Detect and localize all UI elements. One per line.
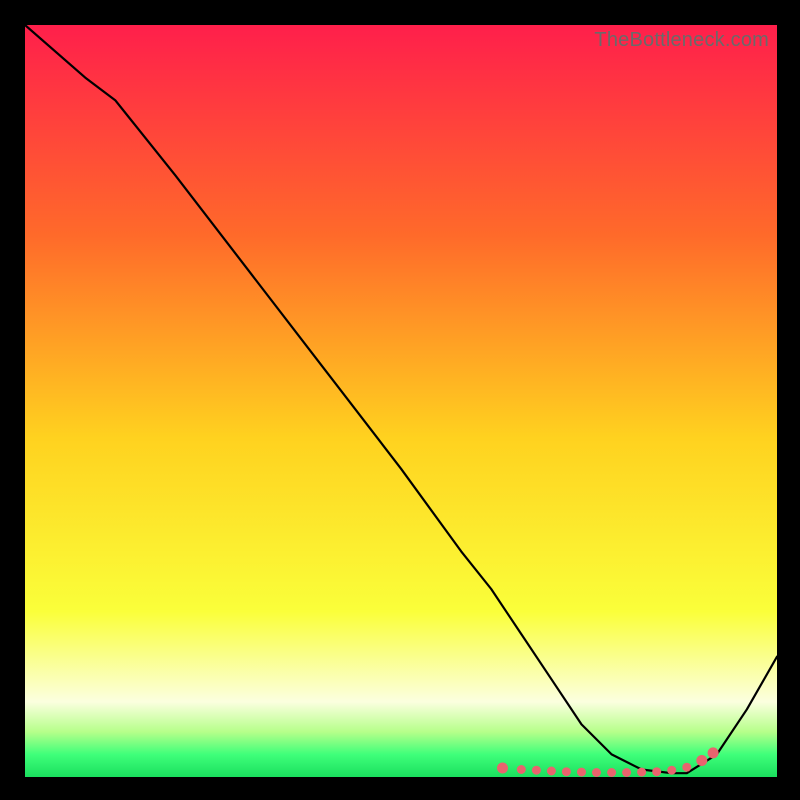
- marker-dot: [708, 747, 719, 758]
- marker-dot: [562, 767, 571, 776]
- marker-dot: [652, 767, 661, 776]
- marker-dot: [696, 755, 707, 766]
- marker-dot: [547, 767, 556, 776]
- marker-dot: [517, 765, 526, 774]
- gradient-bg: [25, 25, 777, 777]
- marker-dot: [682, 763, 691, 772]
- marker-dot: [577, 768, 586, 777]
- bottleneck-chart: [25, 25, 777, 777]
- marker-dot: [667, 766, 676, 775]
- marker-dot: [592, 768, 601, 777]
- chart-frame: TheBottleneck.com: [25, 25, 777, 777]
- marker-dot: [637, 768, 646, 777]
- marker-dot: [497, 763, 508, 774]
- marker-dot: [607, 768, 616, 777]
- marker-dot: [622, 768, 631, 777]
- marker-dot: [532, 766, 541, 775]
- watermark-text: TheBottleneck.com: [594, 29, 769, 52]
